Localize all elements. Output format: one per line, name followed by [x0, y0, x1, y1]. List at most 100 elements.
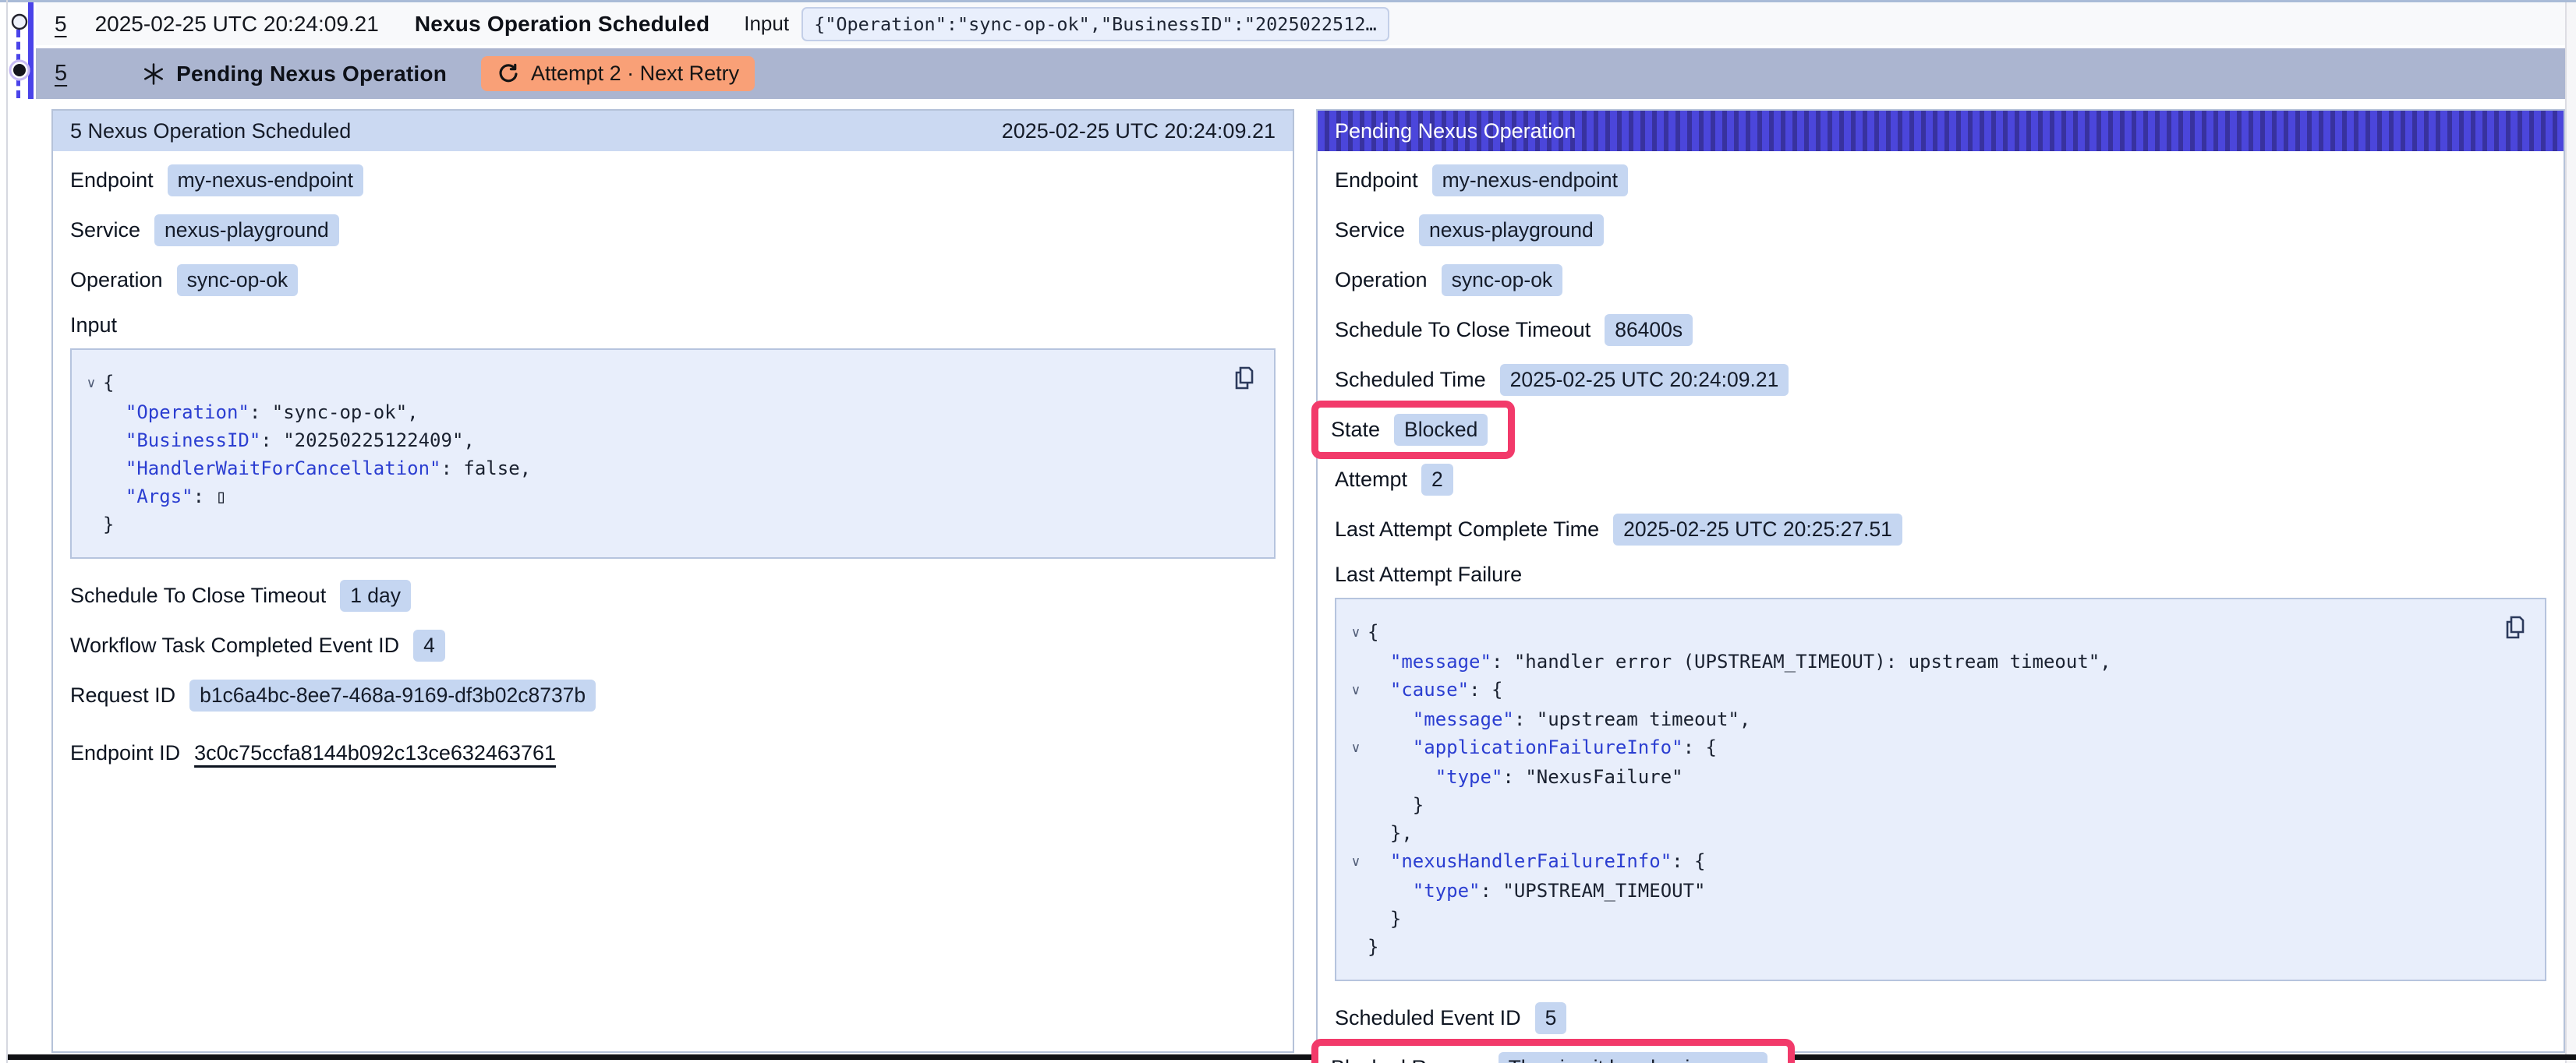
- code-gutter: [1344, 933, 1368, 961]
- code-line: "message": "upstream timeout",: [1344, 705, 2529, 733]
- code-text: {: [103, 369, 114, 398]
- code-line: "Operation": "sync-op-ok",: [80, 398, 1258, 426]
- scheduled-fields-top: Endpoint my-nexus-endpoint Servicenexus-pl…: [70, 164, 1276, 296]
- field-value-chip: 2025-02-25 UTC 20:25:27.51: [1613, 514, 1902, 546]
- code-text: "applicationFailureInfo": {: [1368, 733, 1717, 763]
- code-gutter: [1344, 905, 1368, 933]
- code-text: "type": "UPSTREAM_TIMEOUT": [1368, 877, 1706, 905]
- pending-panel-body: Endpointmy-nexus-endpoint Service nexus-pl…: [1318, 151, 2564, 1063]
- scheduled-panel-header: 5 Nexus Operation Scheduled 2025-02-25 U…: [53, 111, 1293, 151]
- code-line: ∨ "nexusHandlerFailureInfo": {: [1344, 847, 2529, 877]
- input-section-label: Input: [70, 313, 1276, 337]
- code-text: }: [103, 510, 114, 539]
- scrollbar-gutter[interactable]: [2565, 2, 2576, 1063]
- scheduled-panel-timestamp: 2025-02-25 UTC 20:24:09.21: [1002, 119, 1276, 143]
- field-row: Endpointmy-nexus-endpoint: [1335, 164, 2546, 196]
- left-edge-divider: [6, 0, 8, 1063]
- copy-icon[interactable]: [2501, 613, 2528, 643]
- code-line: }: [80, 510, 1258, 539]
- code-gutter: [80, 510, 103, 539]
- scheduled-panel-title: 5 Nexus Operation Scheduled: [70, 119, 351, 143]
- field-value-chip: nexus-playground: [1419, 214, 1604, 246]
- collapse-chevron-icon[interactable]: ∨: [1344, 733, 1368, 763]
- event-id-link[interactable]: 5: [55, 12, 67, 37]
- collapse-chevron-icon[interactable]: ∨: [1344, 676, 1368, 705]
- retry-icon: [497, 62, 520, 86]
- event-row-pending[interactable]: 5 Pending Nexus Operation Attempt 2 · Ne…: [36, 48, 2565, 99]
- timeline-current-dot-icon[interactable]: [7, 58, 32, 87]
- event-row-scheduled[interactable]: 5 2025-02-25 UTC 20:24:09.21 Nexus Opera…: [36, 2, 2565, 45]
- code-line: "Args": ▯: [80, 482, 1258, 510]
- pending-fields-top: Endpointmy-nexus-endpoint Service nexus-pl…: [1335, 164, 2546, 546]
- pending-panel-title: Pending Nexus Operation: [1335, 119, 1576, 143]
- field-row: Request IDb1c6a4bc-8ee7-468a-9169-df3b02…: [70, 679, 1276, 712]
- field-label: Endpoint ID: [70, 741, 180, 765]
- field-row: Service nexus-playground: [1335, 214, 2546, 246]
- timeline-open-circle-icon[interactable]: [10, 12, 29, 35]
- code-line: ∨{: [80, 369, 1258, 398]
- field-row: Operation sync-op-ok: [70, 263, 1276, 296]
- input-json-lines: ∨{ "Operation": "sync-op-ok", "BusinessI…: [80, 369, 1258, 539]
- field-row: Workflow Task Completed Event ID4: [70, 629, 1276, 662]
- field-row: Servicenexus-playground: [70, 214, 1276, 246]
- field-row: Scheduled Event ID 5: [1335, 1001, 2546, 1034]
- field-label: Endpoint: [70, 168, 154, 192]
- field-row: Blocked ReasonThe circuit breaker is ope…: [1335, 1051, 2546, 1063]
- field-label: Workflow Task Completed Event ID: [70, 634, 399, 658]
- blocked-reason-value: The circuit breaker is open.: [1499, 1052, 1768, 1063]
- code-line: ∨{: [1344, 618, 2529, 648]
- collapse-chevron-icon[interactable]: ∨: [80, 369, 103, 398]
- event-input-label: Input: [744, 12, 789, 36]
- pending-event-id-link[interactable]: 5: [55, 61, 67, 87]
- scheduled-panel-body: Endpoint my-nexus-endpoint Servicenexus-pl…: [53, 151, 1293, 769]
- attempt-retry-badge: Attempt 2 · Next Retry: [481, 56, 755, 91]
- field-value-chip: sync-op-ok: [177, 264, 299, 296]
- code-line: ∨ "applicationFailureInfo": {: [1344, 733, 2529, 763]
- field-row: Schedule To Close Timeout1 day: [70, 579, 1276, 612]
- field-label: Operation: [1335, 268, 1428, 292]
- code-gutter: [80, 398, 103, 426]
- field-label: Operation: [70, 268, 163, 292]
- code-line: "HandlerWaitForCancellation": false,: [80, 454, 1258, 482]
- field-label: Scheduled Event ID: [1335, 1006, 1521, 1030]
- code-text: "Args": ▯: [103, 482, 227, 510]
- asterisk-icon: [142, 62, 165, 86]
- field-value-chip: 2: [1421, 464, 1453, 496]
- field-label: Endpoint: [1335, 168, 1418, 192]
- collapse-chevron-icon[interactable]: ∨: [1344, 847, 1368, 877]
- field-value-chip: 86400s: [1605, 314, 1693, 346]
- event-input-preview-chip: {"Operation":"sync-op-ok","BusinessID":"…: [801, 7, 1389, 41]
- code-text: "type": "NexusFailure": [1368, 763, 1683, 791]
- last-attempt-failure-label: Last Attempt Failure: [1335, 563, 2546, 587]
- endpoint-id-link[interactable]: 3c0c75ccfa8144b092c13ce632463761: [194, 741, 556, 765]
- field-value-chip: 5: [1535, 1002, 1567, 1034]
- pending-fields-bottom: Scheduled Event ID 5 Blocked ReasonThe cir…: [1335, 1001, 2546, 1063]
- collapse-chevron-icon[interactable]: ∨: [1344, 618, 1368, 648]
- code-line: }: [1344, 905, 2529, 933]
- code-text: "BusinessID": "20250225122409",: [103, 426, 475, 454]
- code-gutter: [80, 482, 103, 510]
- field-label: Last Attempt Complete Time: [1335, 517, 1599, 542]
- code-text: {: [1368, 618, 1378, 648]
- state-value: Blocked: [1394, 414, 1488, 446]
- code-text: }: [1368, 933, 1378, 961]
- field-row: Attempt2: [1335, 463, 2546, 496]
- field-label: Schedule To Close Timeout: [70, 584, 326, 608]
- code-line: "type": "UPSTREAM_TIMEOUT": [1344, 877, 2529, 905]
- code-line: "message": "handler error (UPSTREAM_TIME…: [1344, 648, 2529, 676]
- field-label: Service: [1335, 218, 1405, 242]
- field-label: Scheduled Time: [1335, 368, 1486, 392]
- code-gutter: [1344, 648, 1368, 676]
- attempt-badge-label: Attempt 2 · Next Retry: [531, 62, 739, 86]
- code-text: "cause": {: [1368, 676, 1502, 705]
- field-value-chip: my-nexus-endpoint: [168, 164, 363, 196]
- field-row: Last Attempt Complete Time 2025-02-25 UTC…: [1335, 513, 2546, 546]
- code-text: "HandlerWaitForCancellation": false,: [103, 454, 531, 482]
- field-label: Blocked Reason: [1331, 1056, 1484, 1063]
- scheduled-event-panel: 5 Nexus Operation Scheduled 2025-02-25 U…: [51, 109, 1294, 1053]
- code-text: "message": "upstream timeout",: [1368, 705, 1750, 733]
- code-line: "type": "NexusFailure": [1344, 763, 2529, 791]
- code-line: }: [1344, 933, 2529, 961]
- field-label: Service: [70, 218, 140, 242]
- copy-icon[interactable]: [1230, 364, 1257, 394]
